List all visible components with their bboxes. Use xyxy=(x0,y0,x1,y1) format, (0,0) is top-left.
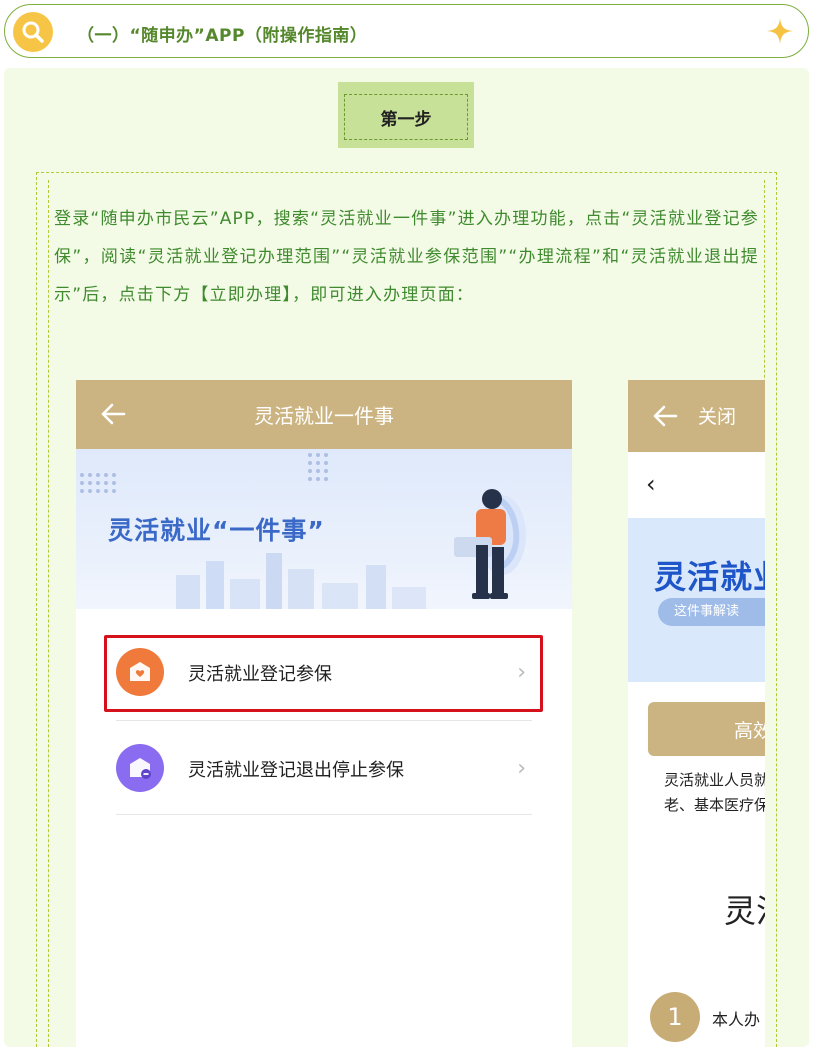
banner-title: 灵活就业“一件事” xyxy=(108,516,325,545)
chevron-left-icon[interactable]: ‹ xyxy=(646,470,656,498)
dots-decoration-icon xyxy=(80,473,116,493)
close-button[interactable]: 关闭 xyxy=(698,402,736,429)
list-item-register[interactable]: 灵活就业登记参保 › xyxy=(116,642,532,702)
app-title-bar: 关闭 xyxy=(628,380,765,452)
description-line: 老、基本医疗保 xyxy=(664,796,765,814)
feature-card: 高效办 xyxy=(648,702,765,756)
list-item-exit[interactable]: 灵活就业登记退出停止参保 › xyxy=(116,738,532,798)
person-laptop-illustration xyxy=(454,489,526,599)
shield-heart-icon xyxy=(116,648,164,696)
sparkle-icon xyxy=(766,17,794,49)
banner-title: 灵活就业 xyxy=(654,558,765,596)
shield-minus-icon xyxy=(116,744,164,792)
chevron-right-icon: › xyxy=(517,756,526,781)
instruction-text: 登录“随申办市民云”APP，搜索“灵活就业一件事”进入办理功能，点击“灵活就业登… xyxy=(54,209,759,305)
phone-screenshot-main: 灵活就业一件事 灵活就业“一件事” 灵活就业登记参保 › 灵活就业登记退出停止参… xyxy=(76,380,572,1047)
search-icon xyxy=(13,12,53,52)
section-header: （一）“随申办”APP（附操作指南） xyxy=(4,4,809,58)
phone-screenshot-detail: 关闭 ‹ 灵活就业 这件事解读 高效办 灵活就业人员就 老、基本医疗保 灵活 1… xyxy=(628,380,765,1047)
description-text: 灵活就业人员就 老、基本医疗保 xyxy=(664,768,765,818)
section-title: （一）“随申办”APP（附操作指南） xyxy=(77,26,368,46)
app-title: 灵活就业一件事 xyxy=(254,404,394,428)
app-title-bar: 灵活就业一件事 xyxy=(76,380,572,449)
feature-card-label: 高效办 xyxy=(734,720,765,742)
banner: 灵活就业“一件事” xyxy=(76,449,572,609)
arrow-left-icon[interactable] xyxy=(652,404,678,432)
section-heading: 灵活 xyxy=(724,892,765,930)
step-number-badge: 1 xyxy=(650,992,700,1042)
list-item-label: 灵活就业登记退出停止参保 xyxy=(188,760,404,781)
list-item-label: 灵活就业登记参保 xyxy=(188,664,332,685)
divider xyxy=(116,814,532,815)
step-text: 本人办 xyxy=(712,1010,761,1029)
dots-decoration-icon xyxy=(308,453,328,481)
description-line: 灵活就业人员就 xyxy=(664,771,765,789)
chevron-right-icon: › xyxy=(517,660,526,685)
divider xyxy=(116,720,532,721)
step-badge: 第一步 xyxy=(338,82,474,148)
banner-pill: 这件事解读 xyxy=(658,598,765,626)
banner: 灵活就业 这件事解读 xyxy=(628,518,765,682)
step-label: 第一步 xyxy=(344,94,468,140)
